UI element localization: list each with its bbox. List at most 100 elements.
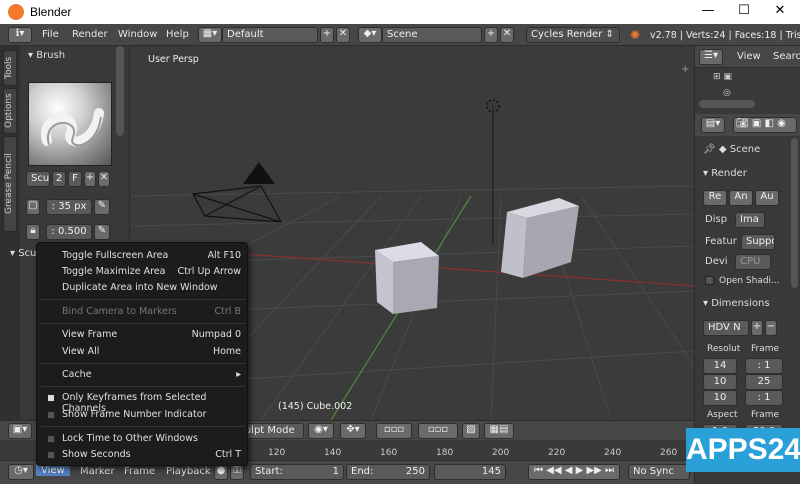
- screen-layout-field[interactable]: Default: [222, 27, 318, 43]
- frame-end-field[interactable]: 25: [745, 374, 783, 390]
- add-brush-button[interactable]: +: [84, 171, 96, 187]
- brush-fake-user-button[interactable]: F: [68, 171, 82, 187]
- strength-lock-icon[interactable]: 🔒︎: [26, 224, 40, 240]
- strength-pressure-icon[interactable]: ✎: [94, 224, 110, 240]
- current-frame-field[interactable]: 145: [434, 464, 506, 480]
- resolution-percent-field[interactable]: 10: [703, 390, 737, 406]
- brush-users-count[interactable]: 2: [52, 171, 66, 187]
- render-preview-icon[interactable]: ▨: [462, 423, 480, 439]
- render-preset-select[interactable]: HDV N: [703, 320, 749, 336]
- device-select[interactable]: CPU: [735, 254, 771, 270]
- menu-show-frame-indicator[interactable]: Show Frame Number Indicator: [62, 409, 206, 420]
- menu-view-active[interactable]: View: [36, 465, 70, 476]
- menu-toggle-fullscreen[interactable]: Toggle Fullscreen Area: [62, 250, 168, 261]
- editor-type-icon[interactable]: ℹ▾: [8, 27, 32, 43]
- render-button[interactable]: Re: [703, 190, 727, 206]
- tree-object-icon[interactable]: ◎: [723, 88, 731, 98]
- properties-context-icons[interactable]: 📷︎ ▣ ◧ ◉: [733, 117, 797, 133]
- brush-preview-thumbnail[interactable]: [28, 82, 112, 166]
- keying-icon[interactable]: ⚿: [230, 464, 244, 480]
- menu-marker[interactable]: Marker: [80, 466, 115, 477]
- scene-icon[interactable]: ◆▾: [358, 27, 382, 43]
- end-frame-field[interactable]: End: 250: [346, 464, 430, 480]
- layers-grid-2[interactable]: ▫▫▫: [418, 423, 458, 439]
- outliner-search-menu[interactable]: Search: [773, 51, 800, 62]
- tool-scrollbar[interactable]: [116, 46, 124, 136]
- start-frame-field[interactable]: Start: 1: [250, 464, 344, 480]
- frame-start-field[interactable]: : 1: [745, 358, 783, 374]
- outliner-view-menu[interactable]: View: [737, 51, 761, 62]
- menu-render[interactable]: Render: [72, 29, 108, 40]
- menu-frame[interactable]: Frame: [124, 466, 155, 477]
- outliner-editor-icon[interactable]: ☰▾: [699, 49, 723, 65]
- playback-controls[interactable]: ⏮ ◀◀ ◀ ▶ ▶▶ ⏭: [528, 464, 620, 480]
- tree-expand-icon[interactable]: ⊞ ▣: [713, 72, 732, 82]
- menu-show-seconds[interactable]: Show Seconds: [62, 449, 131, 460]
- submenu-arrow-icon: ▸: [236, 369, 241, 380]
- remove-brush-button[interactable]: ✕: [98, 171, 110, 187]
- window-title: Blender: [30, 5, 72, 19]
- tick-label: 240: [604, 448, 622, 458]
- timeline-editor-icon[interactable]: ◷▾: [8, 464, 34, 480]
- brush-name-field[interactable]: Scul: [26, 171, 50, 187]
- checkbox[interactable]: [47, 451, 55, 459]
- frame-step-field[interactable]: : 1: [745, 390, 783, 406]
- properties-editor-icon[interactable]: ▤▾: [701, 117, 725, 133]
- menu-lock-time[interactable]: Lock Time to Other Windows: [62, 433, 198, 444]
- tab-options[interactable]: Options: [3, 88, 17, 134]
- render-engine-select[interactable]: Cycles Render ⇕: [526, 27, 620, 43]
- opengl-render-icon[interactable]: ▦▤: [484, 423, 514, 439]
- menu-duplicate-area[interactable]: Duplicate Area into New Window: [62, 282, 218, 293]
- checkbox-checked[interactable]: [47, 394, 55, 402]
- display-select[interactable]: Ima: [735, 212, 765, 228]
- remove-scene-button[interactable]: ✕: [500, 27, 514, 43]
- menu-separator: [41, 323, 245, 324]
- render-audio-button[interactable]: Au: [755, 190, 779, 206]
- maximize-button[interactable]: ☐: [734, 3, 754, 18]
- open-shading-checkbox[interactable]: [705, 276, 714, 285]
- layers-grid-1[interactable]: ▫▫▫: [376, 423, 412, 439]
- close-button[interactable]: ✕: [770, 3, 790, 18]
- radius-lock-icon[interactable]: ▢: [26, 199, 40, 215]
- menu-toggle-maximize[interactable]: Toggle Maximize Area: [62, 266, 165, 277]
- resolution-x-field[interactable]: 14: [703, 358, 737, 374]
- scene-field[interactable]: Scene: [382, 27, 482, 43]
- add-screen-button[interactable]: +: [320, 27, 334, 43]
- remove-screen-button[interactable]: ✕: [336, 27, 350, 43]
- menu-help[interactable]: Help: [166, 29, 189, 40]
- resolution-y-field[interactable]: 10: [703, 374, 737, 390]
- brush-panel-header[interactable]: ▾ Brush: [28, 50, 65, 61]
- pivot-icon[interactable]: ✥▾: [340, 423, 366, 439]
- menu-view-frame[interactable]: View Frame: [62, 329, 117, 340]
- outliner-tree[interactable]: ⊞ ▣ ◎: [695, 68, 800, 112]
- render-panel-header[interactable]: ▾ Render: [703, 168, 747, 179]
- sync-select[interactable]: No Sync: [628, 464, 690, 480]
- add-scene-button[interactable]: +: [484, 27, 498, 43]
- menu-playback[interactable]: Playback: [166, 466, 211, 477]
- radius-pressure-icon[interactable]: ✎: [94, 199, 110, 215]
- checkbox[interactable]: [47, 435, 55, 443]
- menu-cache[interactable]: Cache: [62, 369, 92, 380]
- tab-tools[interactable]: Tools: [3, 50, 17, 86]
- properties-toggle-icon[interactable]: +: [681, 64, 689, 75]
- menu-view-all[interactable]: View All: [62, 346, 99, 357]
- minimize-button[interactable]: —: [698, 3, 718, 18]
- shading-icon[interactable]: ◉▾: [308, 423, 334, 439]
- screen-layout-icon[interactable]: ▦▾: [198, 27, 222, 43]
- brush-strength-field[interactable]: : 0.500: [46, 224, 92, 240]
- feature-select[interactable]: Suppo: [741, 234, 775, 250]
- add-preset-button[interactable]: +: [751, 320, 763, 336]
- menu-window[interactable]: Window: [118, 29, 157, 40]
- remove-preset-button[interactable]: −: [765, 320, 777, 336]
- record-icon[interactable]: ●: [214, 464, 228, 480]
- outliner-scrollbar[interactable]: [699, 100, 755, 108]
- menu-file[interactable]: File: [42, 29, 59, 40]
- dimensions-panel-header[interactable]: ▾ Dimensions: [703, 298, 770, 309]
- tab-grease-pencil[interactable]: Grease Pencil: [3, 136, 17, 232]
- checkbox[interactable]: [47, 411, 55, 419]
- view3d-editor-icon[interactable]: ▣▾: [8, 423, 32, 439]
- properties-scrollbar[interactable]: [791, 138, 798, 288]
- render-animation-button[interactable]: An: [729, 190, 753, 206]
- feature-label: Featur: [705, 236, 737, 247]
- brush-radius-field[interactable]: : 35 px: [46, 199, 92, 215]
